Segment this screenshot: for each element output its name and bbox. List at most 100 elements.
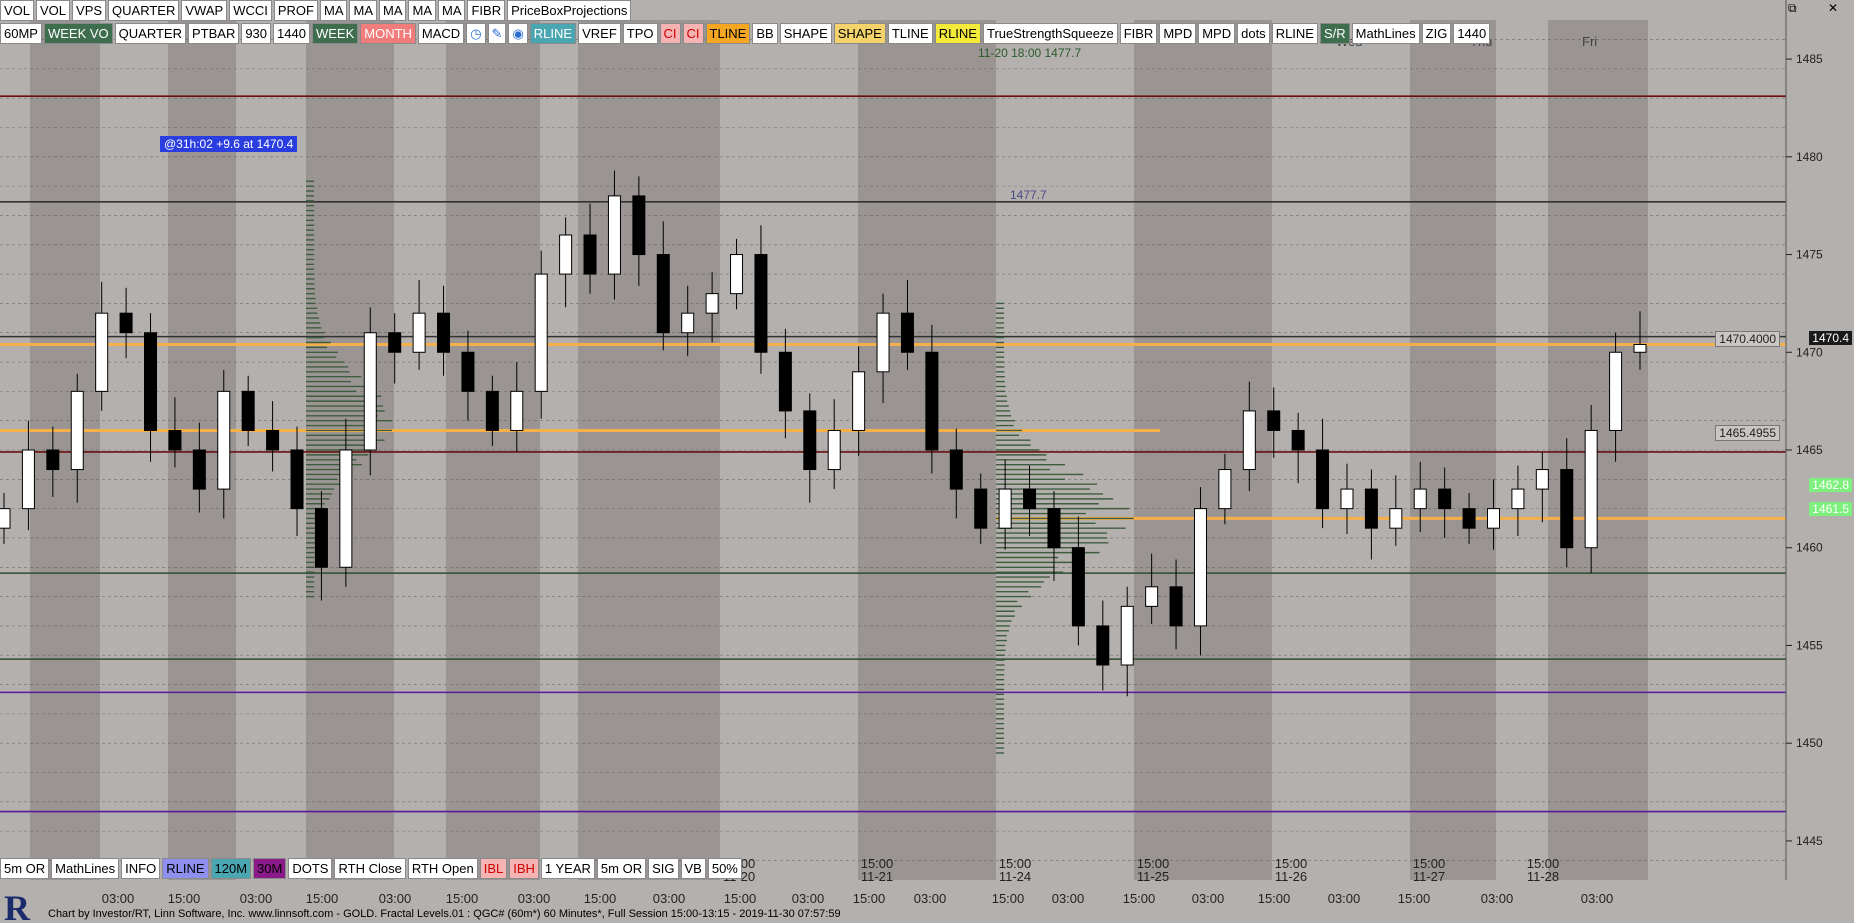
tb-top-button-2[interactable]: VPS <box>72 0 107 21</box>
candle-body-24 <box>583 234 597 275</box>
restore-window-icon[interactable]: ⧉ <box>1788 1 1797 16</box>
time-tick-label-9: 15:00 <box>724 891 757 906</box>
tb-top-button-6[interactable]: PROF <box>273 0 318 21</box>
candle-body-54 <box>1316 449 1330 510</box>
tb-second-button-29[interactable]: S/R <box>1319 23 1350 44</box>
tb-second-button-18[interactable]: BB <box>752 23 778 44</box>
tb-second-button-1[interactable]: WEEK VO <box>43 23 113 44</box>
candle-body-35 <box>852 371 866 431</box>
date-label-3: 11-25 <box>1137 869 1169 884</box>
tb-second-button-22[interactable]: RLINE <box>934 23 981 44</box>
tb-top-button-11[interactable]: MA <box>437 0 466 21</box>
tb-second-button-13[interactable]: VREF <box>578 23 621 44</box>
time-tick-label-12: 03:00 <box>914 891 947 906</box>
time-tick-label-1: 15:00 <box>168 891 201 906</box>
tb-second-button-23[interactable]: TrueStrengthSqueeze <box>982 23 1118 44</box>
tb-second-button-17[interactable]: TLINE <box>705 23 751 44</box>
time-tick-label-6: 03:00 <box>518 891 551 906</box>
tb-top-button-12[interactable]: FIBR <box>467 0 506 21</box>
tb-bottom-button-9[interactable]: IBL <box>479 858 508 879</box>
tb-second-button-3[interactable]: PTBAR <box>187 23 240 44</box>
tb-bottom-button-1[interactable]: MathLines <box>51 858 120 879</box>
tb-second-button-30[interactable]: MathLines <box>1351 23 1420 44</box>
tb-bottom-button-2[interactable]: INFO <box>121 858 161 879</box>
tb-top-button-13[interactable]: PriceBoxProjections <box>507 0 632 21</box>
time-tick-label-14: 03:00 <box>1052 891 1085 906</box>
tb-bottom-button-12[interactable]: 5m OR <box>596 858 647 879</box>
tb-second-button-8[interactable]: MACD <box>417 23 465 44</box>
tb-bottom-button-13[interactable]: SIG <box>648 858 679 879</box>
tb-bottom-button-14[interactable]: VB <box>680 858 706 879</box>
tb-second-button-0[interactable]: 60MP <box>0 23 42 44</box>
candle-body-29 <box>705 293 719 314</box>
candle-body-28 <box>681 312 695 334</box>
candle-body-64 <box>1560 469 1574 549</box>
tb-second-button-16[interactable]: CI <box>682 23 704 44</box>
tb-second-button-20[interactable]: SHAPE <box>833 23 886 44</box>
tb-top-button-5[interactable]: WCCI <box>229 0 272 21</box>
tb-second-button-7[interactable]: MONTH <box>360 23 416 44</box>
close-window-icon[interactable]: ✕ <box>1828 1 1838 15</box>
time-tick-label-21: 03:00 <box>1581 891 1614 906</box>
candle-body-46 <box>1120 605 1134 666</box>
candle-body-33 <box>803 410 817 471</box>
tb-top-button-8[interactable]: MA <box>349 0 377 21</box>
tb-second-button-25[interactable]: MPD <box>1159 23 1197 44</box>
time-tick-label-8: 03:00 <box>653 891 686 906</box>
candle-body-51 <box>1242 410 1256 471</box>
tb-top-button-4[interactable]: VWAP <box>181 0 228 21</box>
tb-bottom-button-4[interactable]: 120M <box>210 858 252 879</box>
tb-second-button-24[interactable]: FIBR <box>1119 23 1158 44</box>
tb-second-button-11[interactable]: ◉ <box>508 23 528 44</box>
time-tick-label-13: 15:00 <box>992 891 1025 906</box>
candle-body-59 <box>1438 488 1452 510</box>
tb-second-button-10[interactable]: ✎ <box>487 23 507 44</box>
tb-second-button-31[interactable]: ZIG <box>1421 23 1452 44</box>
candle-body-47 <box>1145 586 1159 607</box>
tb-second-button-2[interactable]: QUARTER <box>114 23 186 44</box>
tb-second-button-15[interactable]: CI <box>659 23 681 44</box>
tb-second-button-4[interactable]: 930 <box>241 23 272 44</box>
tb-top-button-1[interactable]: VOL <box>36 0 71 21</box>
price-tick-label-0: 1445 <box>1796 834 1823 848</box>
tb-top-button-3[interactable]: QUARTER <box>108 0 180 21</box>
candle-body-61 <box>1486 508 1500 529</box>
tb-top-button-0[interactable]: VOL <box>0 0 35 21</box>
tb-bottom-button-3[interactable]: RLINE <box>162 858 209 879</box>
tb-top-button-7[interactable]: MA <box>319 0 348 21</box>
date-label-6: 11-28 <box>1527 869 1559 884</box>
tb-bottom-button-0[interactable]: 5m OR <box>0 858 50 879</box>
tb-bottom-button-11[interactable]: 1 YEAR <box>540 858 595 879</box>
tb-bottom-button-10[interactable]: IBH <box>509 858 539 879</box>
candle-body-13 <box>314 508 328 568</box>
candle-body-58 <box>1413 488 1427 510</box>
tb-second-button-12[interactable]: RLINE <box>529 23 577 44</box>
tb-second-button-19[interactable]: SHAPE <box>779 23 832 44</box>
tb-bottom-button-15[interactable]: 50% <box>707 858 742 879</box>
tb-second-button-28[interactable]: RLINE <box>1271 23 1318 44</box>
tb-second-button-27[interactable]: dots <box>1237 23 1270 44</box>
tb-second-button-6[interactable]: WEEK <box>311 23 359 44</box>
tb-bottom-button-5[interactable]: 30M <box>253 858 287 879</box>
tb-top-button-9[interactable]: MA <box>378 0 407 21</box>
candle-body-2 <box>46 449 60 471</box>
price-tick-label-4: 1465 <box>1796 443 1823 457</box>
candle-body-56 <box>1364 488 1378 529</box>
date-label-2: 11-24 <box>999 869 1031 884</box>
tb-second-button-32[interactable]: 1440 <box>1453 23 1491 44</box>
candle-body-43 <box>1047 508 1061 549</box>
candle-body-57 <box>1389 508 1403 529</box>
tb-bottom-button-8[interactable]: RTH Open <box>407 858 478 879</box>
time-tick-label-4: 03:00 <box>379 891 412 906</box>
tb-second-button-5[interactable]: 1440 <box>273 23 310 44</box>
candle-body-17 <box>412 312 426 353</box>
tb-second-button-14[interactable]: TPO <box>622 23 658 44</box>
candle-body-31 <box>754 254 768 353</box>
tb-bottom-button-6[interactable]: DOTS <box>288 858 333 879</box>
tb-second-button-26[interactable]: MPD <box>1198 23 1236 44</box>
tb-top-button-10[interactable]: MA <box>408 0 436 21</box>
tb-second-button-21[interactable]: TLINE <box>887 23 933 44</box>
candle-body-30 <box>730 254 744 295</box>
tb-second-button-9[interactable]: ◷ <box>466 23 486 44</box>
tb-bottom-button-7[interactable]: RTH Close <box>334 858 406 879</box>
